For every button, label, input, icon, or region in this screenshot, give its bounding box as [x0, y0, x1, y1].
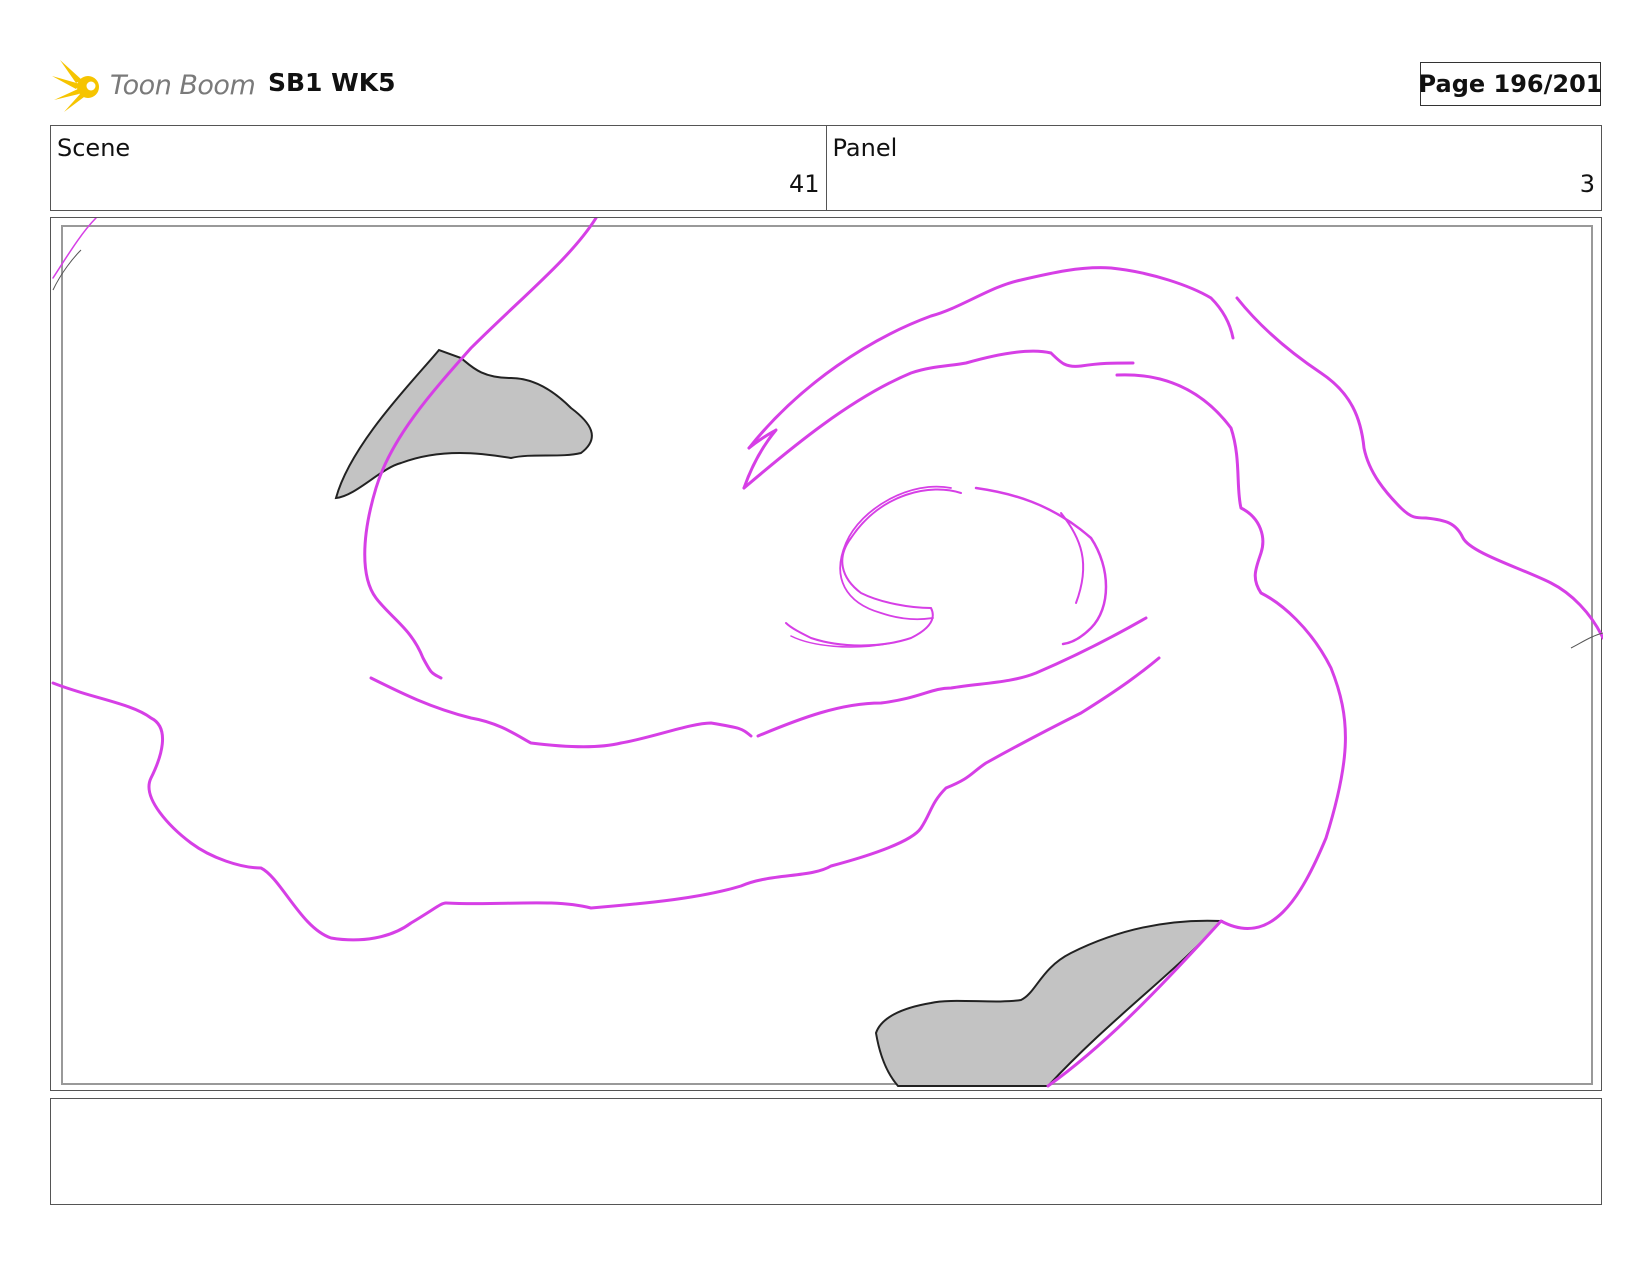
center-spiral-2	[785, 488, 962, 647]
upper-arm-tip	[742, 428, 778, 490]
center-spiral-1	[974, 486, 1108, 646]
shadow-shape-top	[334, 348, 593, 500]
panel-value: 3	[1579, 170, 1595, 198]
sketch-mark-right	[1570, 632, 1603, 649]
safe-frame	[61, 225, 1593, 1085]
page-number: Page 196/201	[1419, 62, 1602, 106]
panel-cell: Panel 3	[825, 126, 1602, 210]
panel-notes	[50, 1098, 1602, 1205]
center-spiral-3	[839, 485, 952, 621]
outer-stroke-left	[51, 681, 448, 942]
upper-arm-inner	[742, 349, 1135, 490]
center-spiral-4	[1060, 512, 1085, 604]
project-title: SB1 WK5	[268, 68, 396, 97]
storyboard-panel	[50, 217, 1603, 1091]
shadow-shape-bottom	[874, 919, 1224, 1087]
scene-label: Scene	[57, 134, 131, 162]
panel-label: Panel	[832, 134, 898, 162]
scene-cell: Scene 41	[51, 126, 826, 210]
scene-value: 41	[788, 170, 820, 198]
right-arm-outer	[1235, 296, 1603, 640]
toon-boom-logo-icon	[52, 60, 99, 112]
inner-band-lower-2	[756, 616, 1148, 738]
outer-stroke-bottom	[444, 656, 1161, 910]
panel-drawing	[51, 218, 1603, 1088]
logo-text: Toon Boom	[110, 70, 256, 101]
toon-boom-logo: Toon Boom	[52, 56, 256, 114]
inner-band-lower	[369, 676, 753, 749]
scene-panel-info: Scene 41 Panel 3	[50, 125, 1602, 211]
